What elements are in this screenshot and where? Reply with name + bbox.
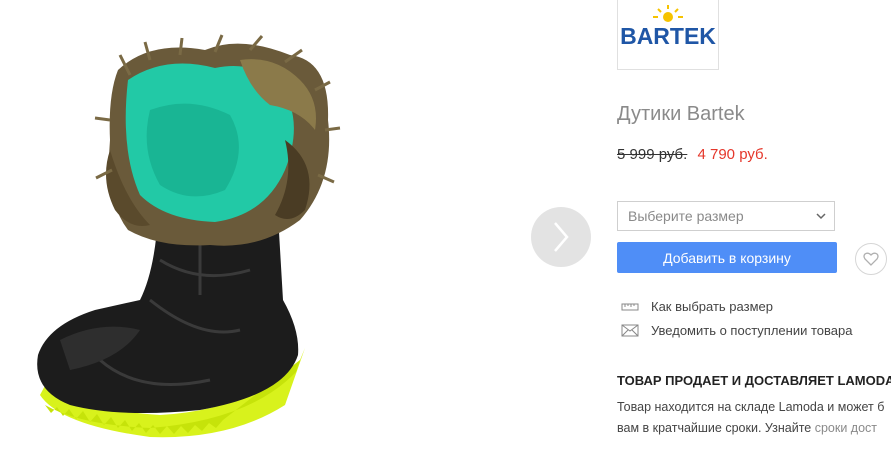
chevron-down-icon <box>816 213 826 220</box>
size-guide-link[interactable]: Как выбрать размер <box>621 299 773 314</box>
size-select-placeholder: Выберите размер <box>628 208 744 224</box>
sale-price: 4 790 руб. <box>697 146 768 163</box>
envelope-icon <box>621 324 639 338</box>
size-select[interactable]: Выберите размер <box>617 201 835 231</box>
price-block: 5 999 руб. 4 790 руб. <box>617 146 768 163</box>
add-to-cart-button[interactable]: Добавить в корзину <box>617 242 837 273</box>
notify-label: Уведомить о поступлении товара <box>651 323 853 338</box>
next-image-button[interactable] <box>531 207 591 267</box>
wishlist-button[interactable] <box>855 243 887 275</box>
brand-name: BARTEK <box>620 23 716 49</box>
product-image[interactable] <box>0 0 520 460</box>
seller-line-2: вам в кратчайшие сроки. Узнайте сроки до… <box>617 418 891 439</box>
product-title: Дутики Bartek <box>617 103 745 125</box>
boot-illustration <box>37 34 341 438</box>
size-guide-label: Как выбрать размер <box>651 299 773 314</box>
seller-line-2-text: вам в кратчайшие сроки. Узнайте <box>617 421 815 435</box>
old-price: 5 999 руб. <box>617 146 688 163</box>
notify-link[interactable]: Уведомить о поступлении товара <box>621 323 852 338</box>
brand-logo-link[interactable]: BARTEK <box>617 0 719 70</box>
seller-heading: ТОВАР ПРОДАЕТ И ДОСТАВЛЯЕТ LAMODA <box>617 373 891 388</box>
delivery-times-link[interactable]: сроки дост <box>815 421 877 435</box>
seller-line-1: Товар находится на складе Lamoda и может… <box>617 400 885 414</box>
ruler-icon <box>621 300 639 314</box>
chevron-right-icon <box>554 222 569 252</box>
brand-logo: BARTEK <box>620 5 716 49</box>
seller-description: Товар находится на складе Lamoda и может… <box>617 397 891 439</box>
heart-icon <box>863 252 879 266</box>
